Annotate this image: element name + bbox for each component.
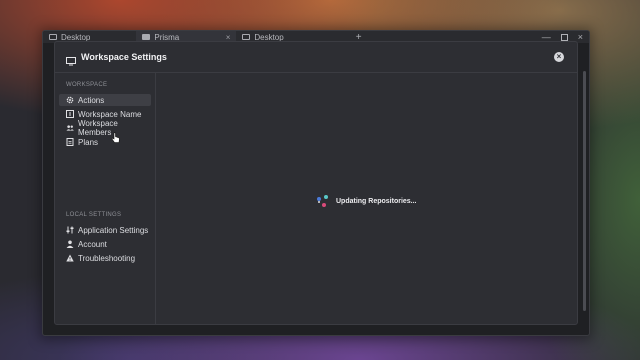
sidebar-item-label: Troubleshooting [78, 253, 136, 263]
main-content: Updating Repositories... [156, 73, 577, 324]
spinner-dot [324, 195, 328, 199]
warning-icon [66, 254, 74, 262]
dialog-title: Workspace Settings [81, 52, 167, 62]
spinner-dot [322, 203, 326, 207]
sidebar-item-workspace-members[interactable]: Workspace Members [59, 119, 151, 137]
spinner-icon [316, 194, 330, 208]
dialog-header: Workspace Settings × [55, 42, 577, 73]
monitor-icon [242, 34, 251, 40]
sidebar-item-label: Actions [78, 95, 105, 105]
sliders-icon [66, 226, 74, 234]
sidebar-item-label: Plans [78, 137, 99, 147]
monitor-icon [49, 34, 57, 40]
sidebar-item-actions[interactable]: Actions [59, 94, 151, 106]
mouse-pointer-icon [111, 131, 121, 143]
maximize-button[interactable] [560, 33, 568, 41]
gear-icon [66, 96, 74, 104]
folder-icon [142, 34, 151, 40]
sidebar-item-troubleshooting[interactable]: Troubleshooting [59, 252, 151, 264]
sidebar-item-label: Account [78, 239, 107, 249]
status-text: Updating Repositories... [336, 197, 417, 205]
sidebar-item-application-settings[interactable]: Application Settings [59, 224, 151, 236]
sidebar-item-label: Workspace Name [78, 109, 142, 119]
sidebar-item-label: Application Settings [78, 225, 149, 235]
loading-indicator: Updating Repositories... [316, 194, 417, 208]
workspace-settings-dialog: Workspace Settings × WORKSPACE Actions W… [54, 41, 578, 325]
users-icon [66, 124, 74, 132]
window-close-button[interactable]: × [578, 32, 583, 42]
section-label-workspace: WORKSPACE [66, 82, 108, 88]
monitor-icon [66, 53, 76, 65]
text-cursor-icon [66, 110, 74, 118]
scrollbar[interactable] [583, 71, 586, 311]
sidebar-item-account[interactable]: Account [59, 238, 151, 250]
spinner-dot [318, 201, 320, 203]
settings-sidebar: WORKSPACE Actions Workspace Name Workspa… [55, 73, 156, 324]
document-icon [66, 138, 74, 146]
section-label-local-settings: LOCAL SETTINGS [66, 212, 122, 218]
person-icon [66, 240, 74, 248]
sidebar-item-plans[interactable]: Plans [59, 136, 151, 148]
close-icon[interactable]: × [554, 52, 564, 62]
